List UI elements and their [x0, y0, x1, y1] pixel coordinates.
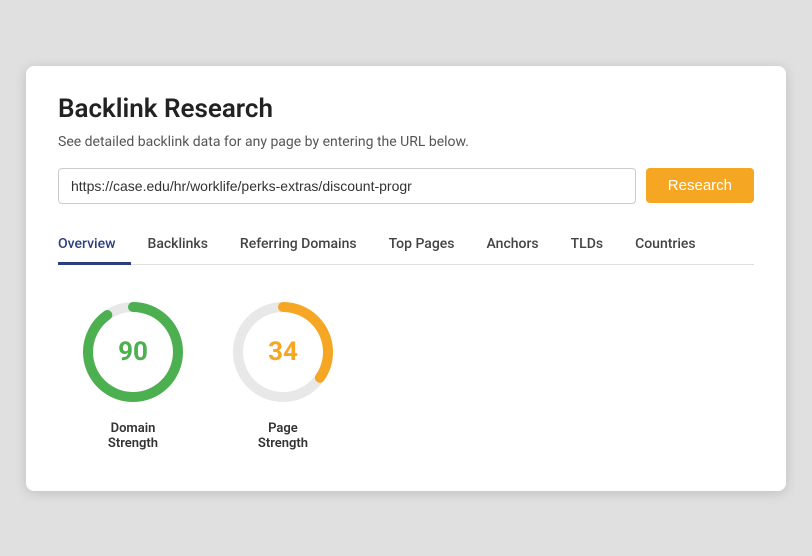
tab-countries[interactable]: Countries	[619, 226, 712, 265]
domain-strength-circle: 90	[78, 297, 188, 407]
tabs-nav: Overview Backlinks Referring Domains Top…	[58, 226, 754, 265]
tab-backlinks[interactable]: Backlinks	[131, 226, 223, 265]
page-strength-circle: 34	[228, 297, 338, 407]
subtitle: See detailed backlink data for any page …	[58, 134, 754, 150]
page-title: Backlink Research	[58, 94, 754, 124]
domain-strength-metric: 90 Domain Strength	[78, 297, 188, 451]
tab-referring-domains[interactable]: Referring Domains	[224, 226, 373, 265]
domain-strength-value: 90	[118, 337, 148, 367]
url-input[interactable]	[58, 168, 636, 204]
tab-overview[interactable]: Overview	[58, 226, 131, 265]
page-strength-value: 34	[268, 337, 298, 367]
research-button[interactable]: Research	[646, 168, 754, 203]
page-strength-label: Page Strength	[258, 421, 308, 451]
tab-top-pages[interactable]: Top Pages	[373, 226, 471, 265]
metrics-row: 90 Domain Strength 34 Page Strength	[58, 297, 754, 451]
page-strength-metric: 34 Page Strength	[228, 297, 338, 451]
domain-strength-label: Domain Strength	[108, 421, 158, 451]
search-row: Research	[58, 168, 754, 204]
tab-tlds[interactable]: TLDs	[555, 226, 619, 265]
main-card: Backlink Research See detailed backlink …	[26, 66, 786, 491]
tab-anchors[interactable]: Anchors	[471, 226, 555, 265]
